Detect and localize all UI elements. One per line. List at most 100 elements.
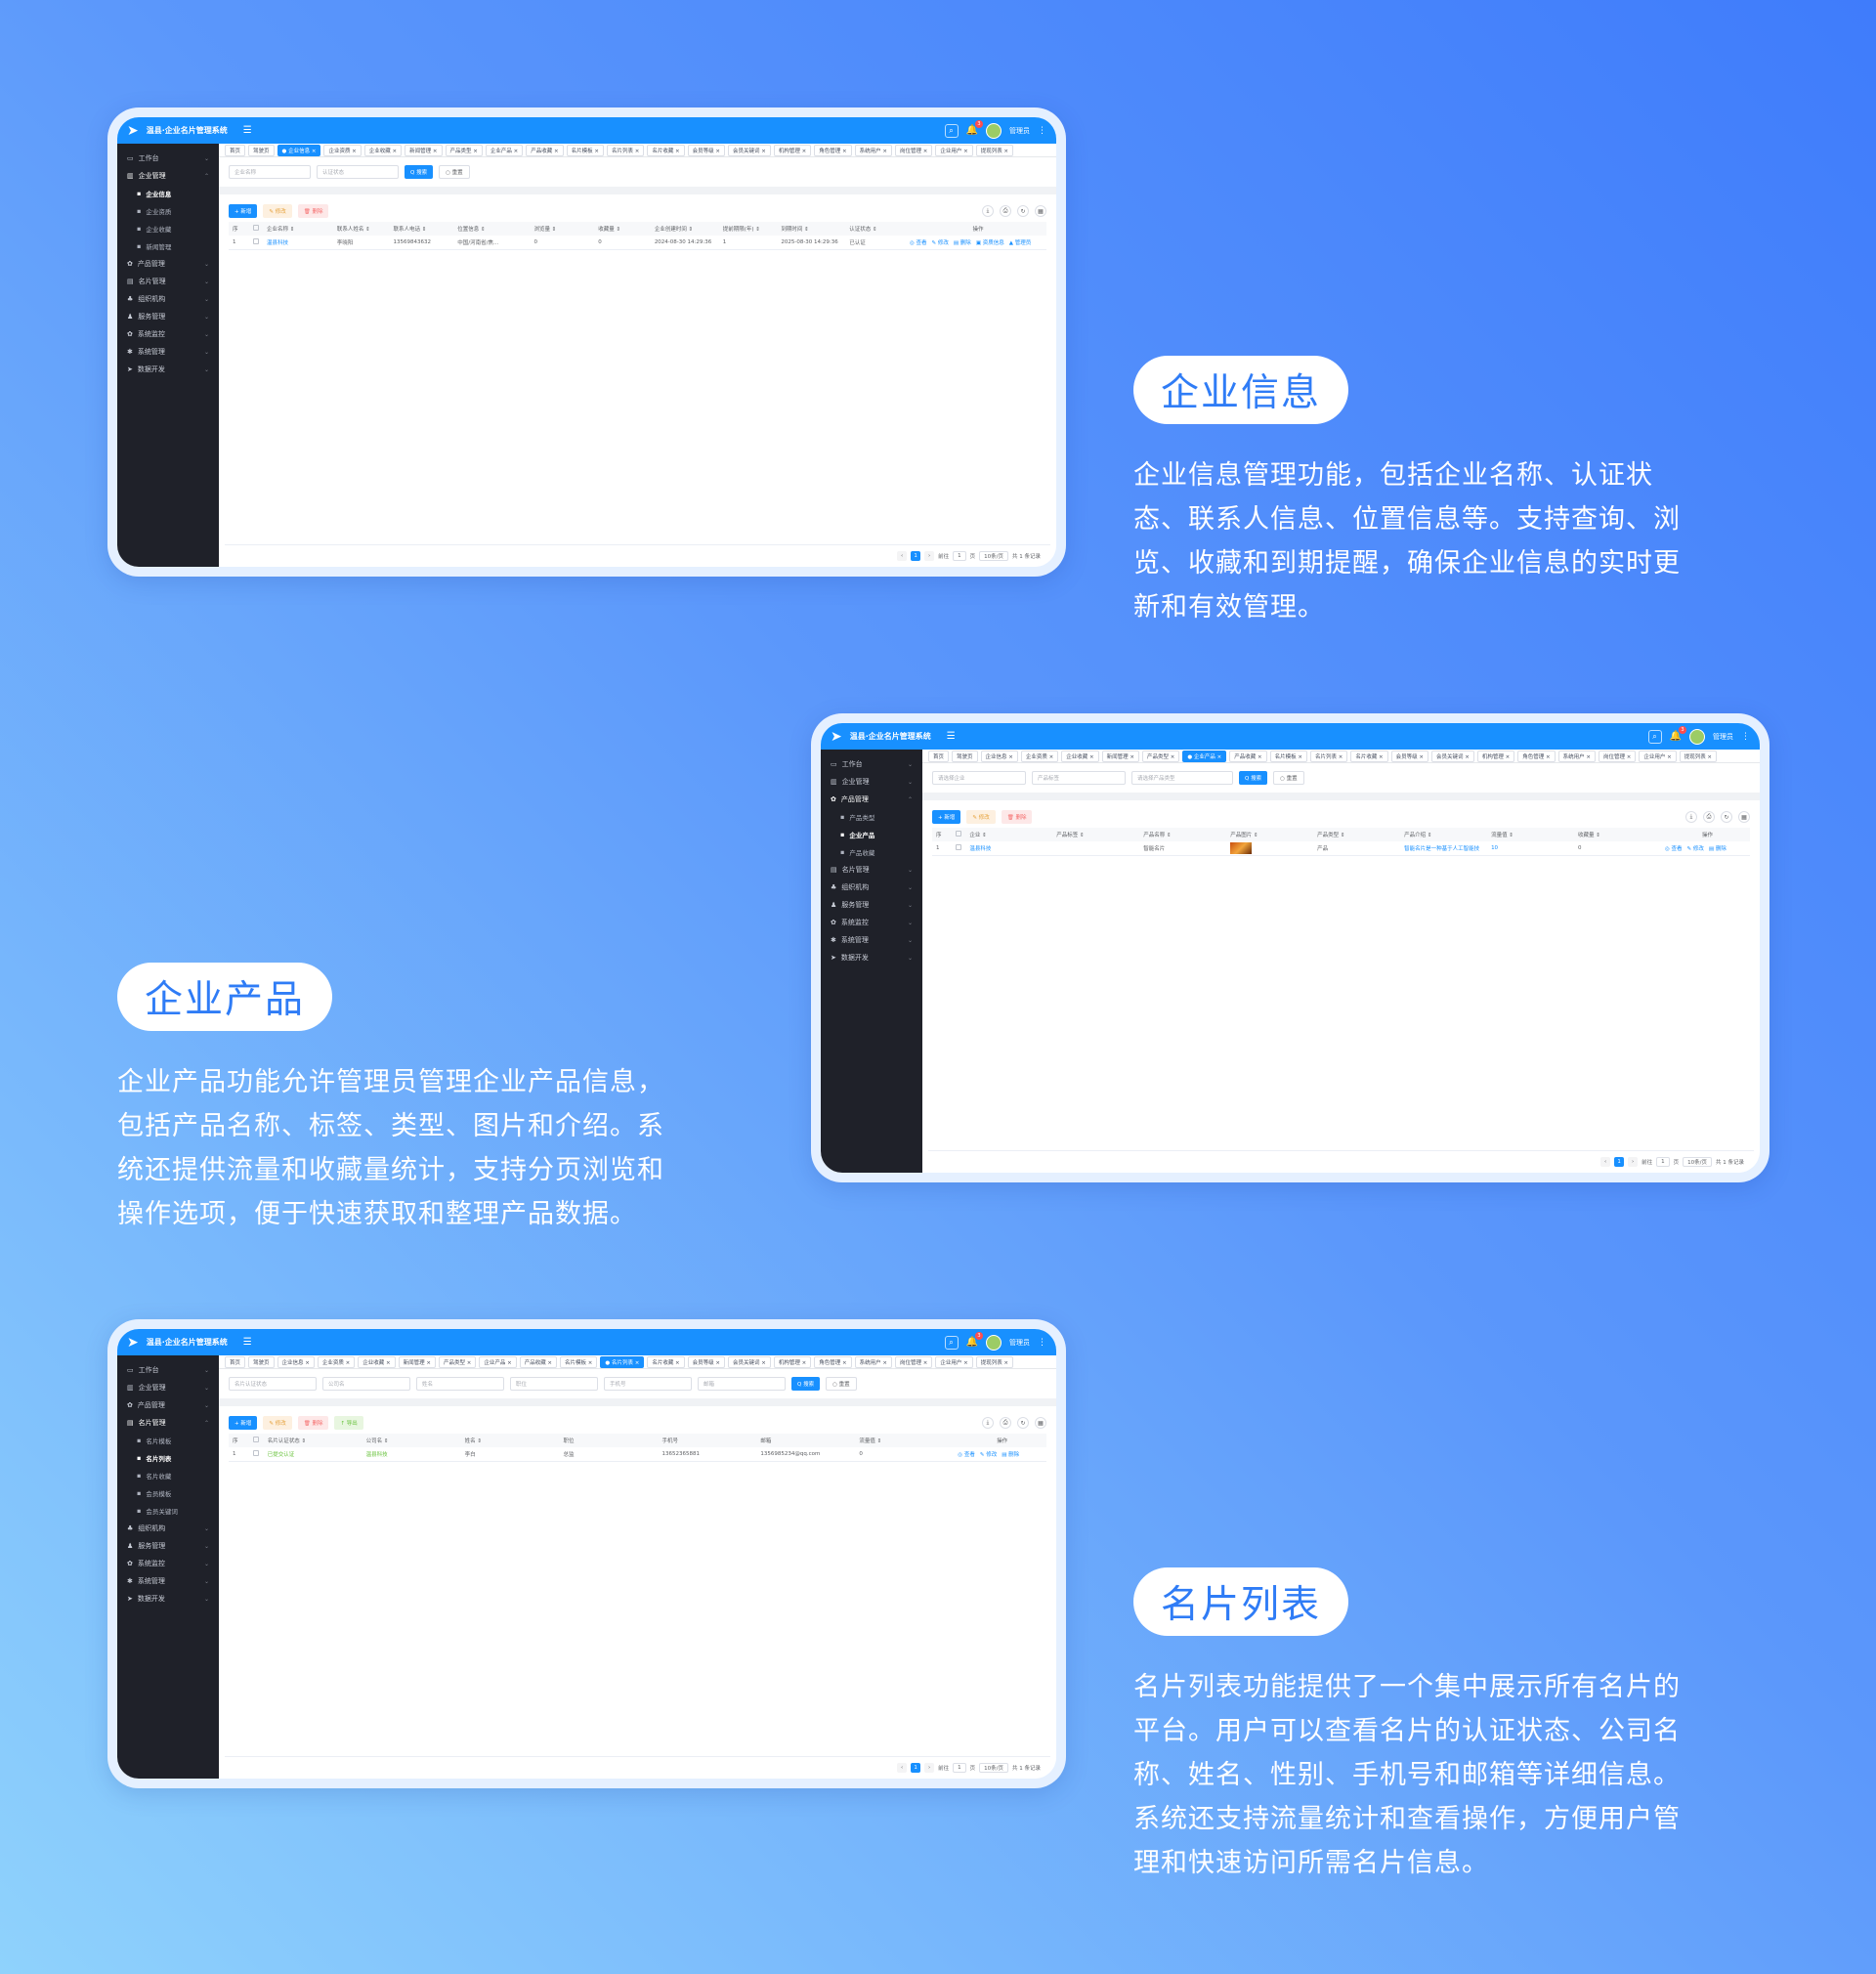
column-header[interactable]: 企业创建时间 ⇕ (650, 222, 719, 236)
row-action-button[interactable]: ▤ 删除 (1002, 1452, 1019, 1458)
tab[interactable]: 会员等级 × (687, 144, 726, 156)
tab[interactable]: 系统用户 × (854, 144, 892, 156)
next-page-button[interactable]: › (924, 1763, 935, 1773)
sidebar-subitem[interactable]: ▪ 名片模板 (117, 1432, 219, 1449)
column-header[interactable]: 序 (229, 1434, 250, 1447)
tab[interactable]: 提现列表 × (975, 144, 1014, 156)
tab[interactable]: 企业信息 × (980, 750, 1018, 762)
tab[interactable]: 企业资质 × (323, 144, 362, 156)
sidebar-item[interactable]: ♣ 组织机构 ⌄ (117, 290, 219, 308)
tab[interactable]: 提现列表 × (1679, 750, 1718, 762)
download-icon[interactable]: ⤓ (982, 205, 994, 217)
search-input[interactable]: 名片认证状态 (229, 1377, 317, 1391)
print-icon[interactable]: ⎙ (1703, 811, 1715, 823)
tab[interactable]: 名片收藏 × (1350, 750, 1388, 762)
column-header[interactable] (248, 222, 263, 236)
tab[interactable]: 名片收藏 × (647, 1355, 685, 1368)
reset-button[interactable]: ○ 重置 (439, 165, 470, 179)
tab[interactable]: 企业资质 × (1020, 750, 1059, 762)
checkbox[interactable] (252, 237, 259, 244)
sidebar-subitem[interactable]: ▪ 新闻管理 (117, 237, 219, 255)
warn-button[interactable]: ✎ 修改 (263, 204, 292, 218)
search-input[interactable]: 企业名称 (229, 165, 311, 179)
search-input[interactable]: 认证状态 (317, 165, 399, 179)
sidebar-item[interactable]: ▭ 工作台 ⌄ (821, 755, 922, 773)
column-header[interactable]: 产品名称 ⇕ (1139, 828, 1227, 841)
menu-toggle-icon[interactable]: ☰ (243, 1337, 252, 1348)
reset-button[interactable]: ○ 重置 (1273, 771, 1304, 785)
column-header[interactable]: 产品图片 ⇕ (1226, 828, 1314, 841)
page-size-select[interactable]: 10条/页 (1683, 1157, 1712, 1167)
tab[interactable]: 名片列表 × (606, 144, 645, 156)
column-header[interactable]: 联系人姓名 ⇕ (332, 222, 390, 236)
column-header[interactable] (249, 1434, 264, 1447)
column-header[interactable]: 收藏量 ⇕ (1574, 828, 1661, 841)
sidebar-item[interactable]: ▥ 企业管理 ⌃ (117, 167, 219, 185)
sidebar-item[interactable]: ✿ 产品管理 ⌄ (117, 1396, 219, 1414)
tab[interactable]: 系统用户 × (854, 1355, 892, 1368)
sidebar-item[interactable]: ✱ 系统管理 ⌄ (821, 931, 922, 949)
tab[interactable]: 企业用户 × (935, 144, 973, 156)
sidebar-item[interactable]: ♣ 组织机构 ⌄ (117, 1520, 219, 1537)
print-icon[interactable]: ⎙ (1000, 1417, 1011, 1429)
page-size-select[interactable]: 10条/页 (979, 551, 1008, 561)
sidebar-subitem[interactable]: ▪ 企业收藏 (117, 220, 219, 237)
tab[interactable]: 名片收藏 × (647, 144, 685, 156)
tab[interactable]: 驾驶页 (248, 144, 275, 156)
tab[interactable]: 提现列表 × (975, 1355, 1014, 1368)
tab[interactable]: 角色管理 × (814, 144, 852, 156)
row-action-button[interactable]: ◎ 查看 (1665, 846, 1683, 852)
tab[interactable]: 机构管理 × (773, 144, 812, 156)
search-button[interactable]: Q 搜索 (791, 1377, 821, 1391)
tab[interactable]: 机构管理 × (773, 1355, 812, 1368)
tab[interactable]: 首页 (928, 750, 950, 762)
column-header[interactable]: 操作 (1660, 828, 1750, 841)
column-header[interactable]: 认证状态 ⇕ (845, 222, 906, 236)
warn-button[interactable]: ✎ 修改 (966, 810, 996, 824)
column-header[interactable]: 提前期限(年) ⇕ (718, 222, 778, 236)
tab[interactable]: 企业收藏 × (363, 144, 403, 156)
user-name[interactable]: 管理员 (1009, 126, 1030, 136)
search-input[interactable]: 产品标签 (1032, 771, 1126, 785)
row-action-button[interactable]: ◎ 查看 (958, 1452, 975, 1458)
column-header[interactable]: 收藏量 ⇕ (594, 222, 651, 236)
column-header[interactable]: 名片认证状态 ⇕ (263, 1434, 362, 1447)
tab[interactable]: 岗位管理 × (1598, 750, 1637, 762)
column-header[interactable]: 浏览量 ⇕ (530, 222, 595, 236)
checkbox[interactable] (253, 1449, 260, 1456)
tab[interactable]: 企业收藏 × (1061, 750, 1099, 762)
sidebar-item[interactable]: ✿ 产品管理 ⌃ (821, 791, 922, 808)
more-icon[interactable]: ⋮ (1038, 1338, 1046, 1348)
tab[interactable]: 角色管理 × (814, 1355, 852, 1368)
column-header[interactable]: 序 (932, 828, 953, 841)
danger-button[interactable]: 🗑 删除 (297, 204, 329, 218)
column-header[interactable]: 企业 ⇕ (965, 828, 1053, 841)
bell-icon[interactable]: 🔔 3 (966, 120, 983, 136)
tab[interactable]: 会员关键词 × (728, 1355, 771, 1368)
tab[interactable]: 会员等级 × (1390, 750, 1429, 762)
column-header[interactable]: 产品介绍 ⇕ (1400, 828, 1488, 841)
search-icon[interactable]: ⌕ (944, 123, 959, 138)
search-input[interactable]: 手机号 (604, 1377, 692, 1391)
avatar[interactable] (986, 122, 1002, 139)
sidebar-item[interactable]: ✱ 系统管理 ⌄ (117, 343, 219, 361)
row-action-button[interactable]: ▤ 删除 (954, 240, 971, 246)
refresh-icon[interactable]: ↻ (1721, 811, 1732, 823)
tab[interactable]: 企业收藏 × (358, 1355, 396, 1368)
search-button[interactable]: Q 搜索 (1239, 771, 1268, 785)
row-action-button[interactable]: ✎ 修改 (1687, 846, 1704, 852)
next-page-button[interactable]: › (924, 551, 935, 561)
prev-page-button[interactable]: ‹ (897, 1763, 908, 1773)
sidebar-item[interactable]: ▤ 名片管理 ⌄ (821, 861, 922, 879)
checkbox[interactable] (253, 1437, 260, 1442)
sidebar-subitem[interactable]: ▪ 企业产品 (821, 826, 922, 843)
sidebar-subitem[interactable]: ▪ 产品类型 (821, 808, 922, 826)
sidebar-subitem[interactable]: ▪ 名片列表 (117, 1449, 219, 1467)
column-header[interactable]: 序 (229, 222, 249, 236)
sidebar-item[interactable]: ▤ 名片管理 ⌃ (117, 1414, 219, 1432)
sidebar-item[interactable]: ▤ 名片管理 ⌄ (117, 273, 219, 290)
column-header[interactable]: 操作 (954, 1434, 1046, 1447)
sidebar-subitem[interactable]: ▪ 会员模板 (117, 1484, 219, 1502)
add-button[interactable]: + 新增 (229, 1416, 258, 1430)
sidebar-item[interactable]: ▭ 工作台 ⌄ (117, 150, 219, 167)
